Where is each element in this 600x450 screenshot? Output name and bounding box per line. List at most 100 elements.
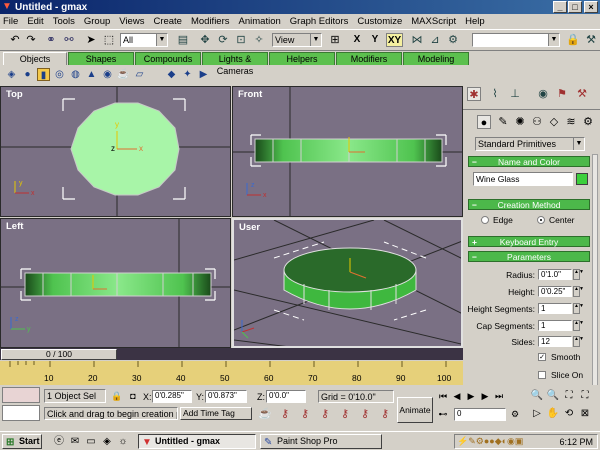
- time-slider[interactable]: 0 / 100: [1, 349, 117, 360]
- snap-icon[interactable]: ✧: [252, 33, 266, 47]
- arc-rotate-icon[interactable]: ⟲: [562, 407, 576, 421]
- menu-group[interactable]: Group: [84, 16, 110, 27]
- torus-icon[interactable]: ◎: [53, 68, 66, 81]
- align-icon[interactable]: ⊿: [428, 33, 442, 47]
- height-segments-field[interactable]: 1: [538, 303, 572, 314]
- menu-create[interactable]: Create: [153, 16, 182, 27]
- play-icon[interactable]: ▶: [464, 389, 478, 403]
- channels-icon[interactable]: ◈: [100, 435, 114, 449]
- select-by-name-icon[interactable]: ▤: [176, 33, 190, 47]
- rollout-creation-method[interactable]: − Creation Method: [468, 199, 590, 210]
- pan-icon[interactable]: ✋: [546, 407, 560, 421]
- cone-icon[interactable]: ▲: [85, 68, 98, 81]
- current-frame-field[interactable]: 0: [454, 408, 506, 421]
- tube-icon[interactable]: ◍: [69, 68, 82, 81]
- menu-file[interactable]: File: [3, 16, 18, 27]
- lights-icon[interactable]: ✺: [513, 115, 527, 129]
- prism-icon[interactable]: ▶: [197, 68, 210, 81]
- y-coordinate-field[interactable]: 0'0.873": [205, 390, 247, 403]
- add-time-tag-button[interactable]: Add Time Tag: [180, 407, 252, 420]
- axis-x-button[interactable]: X: [350, 33, 364, 47]
- menu-views[interactable]: Views: [119, 16, 144, 27]
- redo-icon[interactable]: ↷: [24, 33, 38, 47]
- select-object-icon[interactable]: ➤: [84, 33, 98, 47]
- teapot-icon[interactable]: ☕: [117, 68, 130, 81]
- radius-field[interactable]: 0'1.0": [538, 269, 572, 280]
- quicklaunch-icon[interactable]: ☼: [116, 435, 130, 449]
- key-filter-icon[interactable]: ⚷: [318, 407, 332, 421]
- menu-graph-editors[interactable]: Graph Editors: [290, 16, 349, 27]
- lock-icon[interactable]: 🔒: [566, 33, 580, 47]
- viewport-top[interactable]: y x z y x Top: [0, 86, 231, 217]
- geosphere-icon[interactable]: ◉: [101, 68, 114, 81]
- geometry-icon[interactable]: ●: [477, 115, 491, 129]
- tab-modeling[interactable]: Modeling: [403, 52, 469, 65]
- key-tangent-icon[interactable]: ⚷: [358, 407, 372, 421]
- display-panel-icon[interactable]: ◉: [536, 87, 550, 101]
- reference-coordinate-dropdown[interactable]: View ▼: [272, 33, 322, 47]
- viewport-user[interactable]: User: [232, 218, 463, 348]
- field-of-view-icon[interactable]: ▷: [530, 407, 544, 421]
- viewport-label-user[interactable]: User: [239, 222, 260, 233]
- maximize-button[interactable]: □: [568, 1, 582, 13]
- height-field[interactable]: 0'0.25": [538, 286, 572, 297]
- rotate-icon[interactable]: ⟳: [216, 33, 230, 47]
- tab-objects[interactable]: Objects: [3, 52, 67, 65]
- zoom-icon[interactable]: 🔍: [530, 389, 544, 403]
- z-coordinate-field[interactable]: 0'0.0": [266, 390, 306, 403]
- center-radio[interactable]: [537, 216, 545, 224]
- viewport-left[interactable]: zy Left: [0, 218, 231, 348]
- viewport-label-left[interactable]: Left: [6, 221, 23, 232]
- select-region-icon[interactable]: ⬚: [102, 33, 116, 47]
- select-and-link-icon[interactable]: ⚭: [44, 33, 58, 47]
- render-icon[interactable]: ⚒: [584, 33, 598, 47]
- viewport-label-top[interactable]: Top: [6, 89, 23, 100]
- internet-explorer-icon[interactable]: ⓔ: [52, 435, 66, 449]
- height-segments-spinner[interactable]: ▲▼: [573, 303, 584, 314]
- modify-panel-icon[interactable]: ⌇: [488, 87, 502, 101]
- task-paint-shop-pro[interactable]: ✎ Paint Shop Pro: [260, 434, 382, 449]
- menu-animation[interactable]: Animation: [239, 16, 281, 27]
- smooth-checkbox[interactable]: ✓: [538, 353, 546, 361]
- radius-spinner[interactable]: ▲▼: [573, 269, 584, 280]
- previous-frame-icon[interactable]: ◀: [450, 389, 464, 403]
- cap-segments-spinner[interactable]: ▲▼: [573, 320, 584, 331]
- menu-maxscript[interactable]: MAXScript: [411, 16, 456, 27]
- hedra-icon[interactable]: ✦: [181, 68, 194, 81]
- sides-spinner[interactable]: ▲▼: [573, 336, 584, 347]
- edge-radio[interactable]: [481, 216, 489, 224]
- rollout-name-and-color[interactable]: − Name and Color: [468, 156, 590, 167]
- hammer-icon[interactable]: ⚒: [575, 87, 589, 101]
- box-icon[interactable]: ◈: [5, 68, 18, 81]
- viewport-label-front[interactable]: Front: [238, 89, 262, 100]
- key-icon[interactable]: ⚷: [278, 407, 292, 421]
- close-button[interactable]: ×: [584, 1, 598, 13]
- helpers-icon[interactable]: ◇: [547, 115, 561, 129]
- absolute-mode-icon[interactable]: ◘: [126, 389, 140, 403]
- slice-on-checkbox[interactable]: [538, 371, 546, 379]
- maximize-viewport-icon[interactable]: ⊠: [578, 407, 592, 421]
- mirror-icon[interactable]: ⋈: [410, 33, 424, 47]
- key-mode-toggle-icon[interactable]: ⊷: [436, 407, 450, 421]
- category-dropdown[interactable]: Standard Primitives ▼: [475, 137, 585, 151]
- height-spinner[interactable]: ▲▼: [573, 286, 584, 297]
- key-delete-icon[interactable]: ⚷: [378, 407, 392, 421]
- viewport-front[interactable]: zx Front: [232, 86, 463, 217]
- rollout-parameters[interactable]: − Parameters: [468, 251, 590, 262]
- go-to-end-icon[interactable]: ⏭: [492, 389, 506, 403]
- tab-helpers[interactable]: Helpers: [269, 52, 335, 65]
- render-teapot-icon[interactable]: ☕: [258, 407, 272, 421]
- menu-tools[interactable]: Tools: [53, 16, 75, 27]
- next-frame-icon[interactable]: ▶: [478, 389, 492, 403]
- start-button[interactable]: ⊞ Start: [2, 434, 42, 449]
- material-icon[interactable]: ⚙: [446, 33, 460, 47]
- systems-icon[interactable]: ⚙: [581, 115, 595, 129]
- scale-icon[interactable]: ⊡: [234, 33, 248, 47]
- axis-xy-button[interactable]: XY: [386, 33, 403, 47]
- pyramid-icon[interactable]: ◆: [165, 68, 178, 81]
- trackbar[interactable]: 10 20 30 40 50 60 70 80 90 100: [0, 361, 463, 385]
- menu-customize[interactable]: Customize: [357, 16, 402, 27]
- task-gmax[interactable]: ▼ Untitled - gmax: [138, 434, 256, 449]
- tray-icons[interactable]: ⚡✎⚙●●◆◐◉▣: [457, 436, 523, 447]
- unlink-icon[interactable]: ⚯: [62, 33, 76, 47]
